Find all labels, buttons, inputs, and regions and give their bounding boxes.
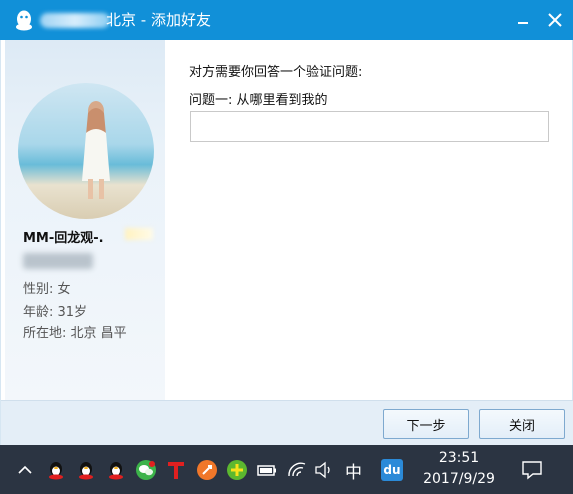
redacted-id — [23, 253, 93, 269]
wechat-icon[interactable] — [135, 459, 157, 481]
t-app-icon[interactable] — [165, 459, 187, 481]
security-plus-icon[interactable] — [226, 459, 248, 481]
notification-icon[interactable] — [521, 459, 543, 481]
gender-info: 性别: 女 — [23, 282, 71, 297]
rocket-icon[interactable] — [196, 459, 218, 481]
nickname-decoration — [125, 228, 153, 240]
title-bar: 北京 - 添加好友 — [0, 0, 573, 40]
baidu-icon[interactable]: du — [381, 459, 403, 481]
battery-icon[interactable] — [256, 459, 278, 481]
close-button[interactable]: 关闭 — [479, 409, 565, 439]
dialog-footer: 下一步 关闭 — [1, 400, 573, 445]
close-icon — [548, 13, 562, 27]
ime-indicator[interactable]: 中 — [345, 458, 362, 483]
taskbar: 中 du 23:51 2017/9/29 — [0, 445, 573, 494]
wifi-icon[interactable] — [286, 459, 308, 481]
location-info: 所在地: 北京 昌平 — [23, 326, 127, 341]
minimize-button[interactable] — [510, 8, 536, 32]
show-hidden-icons-icon[interactable] — [14, 459, 36, 481]
add-friend-dialog: MM-回龙观-. 性别: 女 年龄: 31岁 所在地: 北京 昌平 对方需要你回… — [0, 40, 573, 445]
next-button[interactable]: 下一步 — [383, 409, 469, 439]
verification-question: 问题一: 从哪里看到我的 — [189, 93, 328, 108]
nickname: MM-回龙观-. — [23, 231, 104, 246]
verification-prompt: 对方需要你回答一个验证问题: — [189, 65, 363, 80]
close-window-button[interactable] — [542, 8, 568, 32]
clock-date[interactable]: 2017/9/29 — [418, 471, 500, 487]
age-info: 年龄: 31岁 — [23, 305, 88, 320]
qq-penguin-icon[interactable] — [105, 459, 127, 481]
answer-input[interactable] — [190, 111, 549, 142]
avatar[interactable] — [18, 83, 154, 219]
qq-penguin-icon[interactable] — [75, 459, 97, 481]
redacted-name — [40, 13, 110, 28]
qq-penguin-icon[interactable] — [45, 459, 67, 481]
window-title: 北京 - 添加好友 — [106, 11, 211, 29]
volume-icon[interactable] — [313, 459, 335, 481]
profile-panel: MM-回龙观-. 性别: 女 年龄: 31岁 所在地: 北京 昌平 — [5, 40, 165, 400]
clock-time[interactable]: 23:51 — [418, 450, 500, 466]
qq-penguin-icon — [12, 8, 36, 32]
